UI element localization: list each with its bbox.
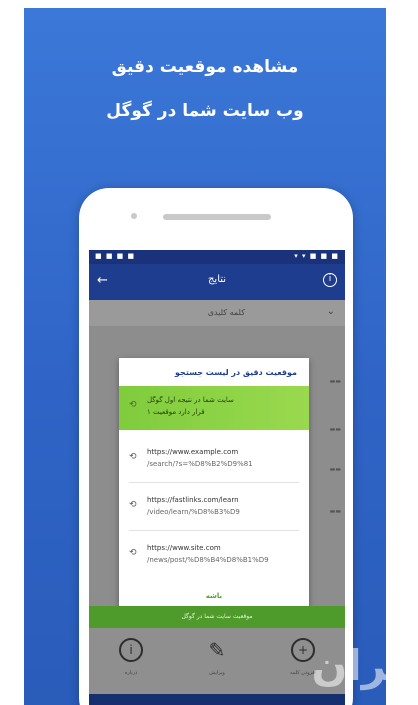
result-item-line-1: https://fastlinks.com/learn: [147, 496, 239, 504]
promo-banner: مشاهده موقعیت دقیق وب سایت شما در گوگل ■…: [24, 8, 386, 705]
app-bar: ← نتایج i: [89, 264, 345, 300]
link-icon: ⟲: [129, 500, 137, 510]
app-bar-title: نتایج: [207, 274, 227, 285]
status-right: ▾ ▾ ■ ■ ■: [294, 252, 339, 260]
link-icon: ⟲: [129, 400, 137, 410]
bottom-tabs: i درباره ✎ ویرایش + افزودن کلمه: [89, 628, 345, 694]
background-list-item: ▬▬: [329, 426, 341, 433]
headline-line-2: وب سایت شما در گوگل: [106, 101, 304, 121]
result-item-line-2: قرار دارد موقعیت ۱: [147, 408, 205, 416]
result-item-highlighted[interactable]: ⟲ سایت شما در نتیجه اول گوگل قرار دارد م…: [119, 386, 309, 430]
dialog-title: موقعیت دقیق در لیست جستجو: [175, 368, 297, 377]
result-item-line-2: /search/?s=%D8%B2%D9%81: [147, 460, 253, 468]
keyword-dropdown[interactable]: کلمه کلیدی ⌄: [89, 300, 345, 326]
status-left: ■ ■ ■ ■: [95, 252, 136, 260]
ok-button[interactable]: باشه: [119, 592, 309, 600]
background-list-item: ▬▬: [329, 466, 341, 473]
info-circle-icon: i: [119, 638, 143, 662]
divider: [129, 530, 299, 531]
background-list-item: ▬▬: [329, 378, 341, 385]
link-icon: ⟲: [129, 452, 137, 462]
result-item-line-1: سایت شما در نتیجه اول گوگل: [147, 396, 234, 404]
status-bar: ■ ■ ■ ■ ▾ ▾ ■ ■ ■: [89, 250, 345, 264]
tab-edit[interactable]: ✎ ویرایش: [187, 638, 247, 676]
headline-line-1: مشاهده موقعیت دقیق: [111, 57, 299, 77]
promo-headline: مشاهده موقعیت دقیق وب سایت شما در گوگل: [24, 52, 386, 126]
result-item-line-2: /video/learn/%D8%B3%D9: [147, 508, 240, 516]
result-item[interactable]: ⟲ https://www.site.com /news/post/%D8%B4…: [119, 534, 309, 578]
chevron-down-icon: ⌄: [326, 306, 335, 317]
phone-screen: ■ ■ ■ ■ ▾ ▾ ■ ■ ■ ← نتایج i کلمه کلیدی ⌄…: [89, 250, 345, 705]
result-item-line-1: https://www.example.com: [147, 448, 239, 456]
tab-about[interactable]: i درباره: [101, 638, 161, 676]
keyword-label: کلمه کلیدی: [207, 308, 245, 317]
result-item-line-1: https://www.site.com: [147, 544, 221, 552]
info-icon[interactable]: i: [323, 273, 337, 287]
phone-mockup: ■ ■ ■ ■ ▾ ▾ ■ ■ ■ ← نتایج i کلمه کلیدی ⌄…: [79, 188, 353, 705]
tab-label: ویرایش: [209, 670, 225, 676]
result-item[interactable]: ⟲ https://www.example.com /search/?s=%D8…: [119, 438, 309, 482]
green-status-bar: موقعیت سایت شما در گوگل: [89, 606, 345, 628]
pencil-icon: ✎: [208, 638, 226, 662]
watermark-logo: ایران: [311, 641, 418, 690]
result-item-line-2: /news/post/%D8%B4%D8%B1%D9: [147, 556, 269, 564]
tab-label: درباره: [124, 670, 138, 676]
speaker-grille: [163, 214, 271, 220]
result-item[interactable]: ⟲ https://fastlinks.com/learn /video/lea…: [119, 486, 309, 530]
link-icon: ⟲: [129, 548, 137, 558]
camera-dot: [131, 213, 137, 219]
background-list-item: ▬▬: [329, 508, 341, 515]
result-dialog: موقعیت دقیق در لیست جستجو ⟲ سایت شما در …: [119, 358, 309, 608]
system-nav-bar: ◁ ○ □: [89, 694, 345, 705]
divider: [129, 482, 299, 483]
